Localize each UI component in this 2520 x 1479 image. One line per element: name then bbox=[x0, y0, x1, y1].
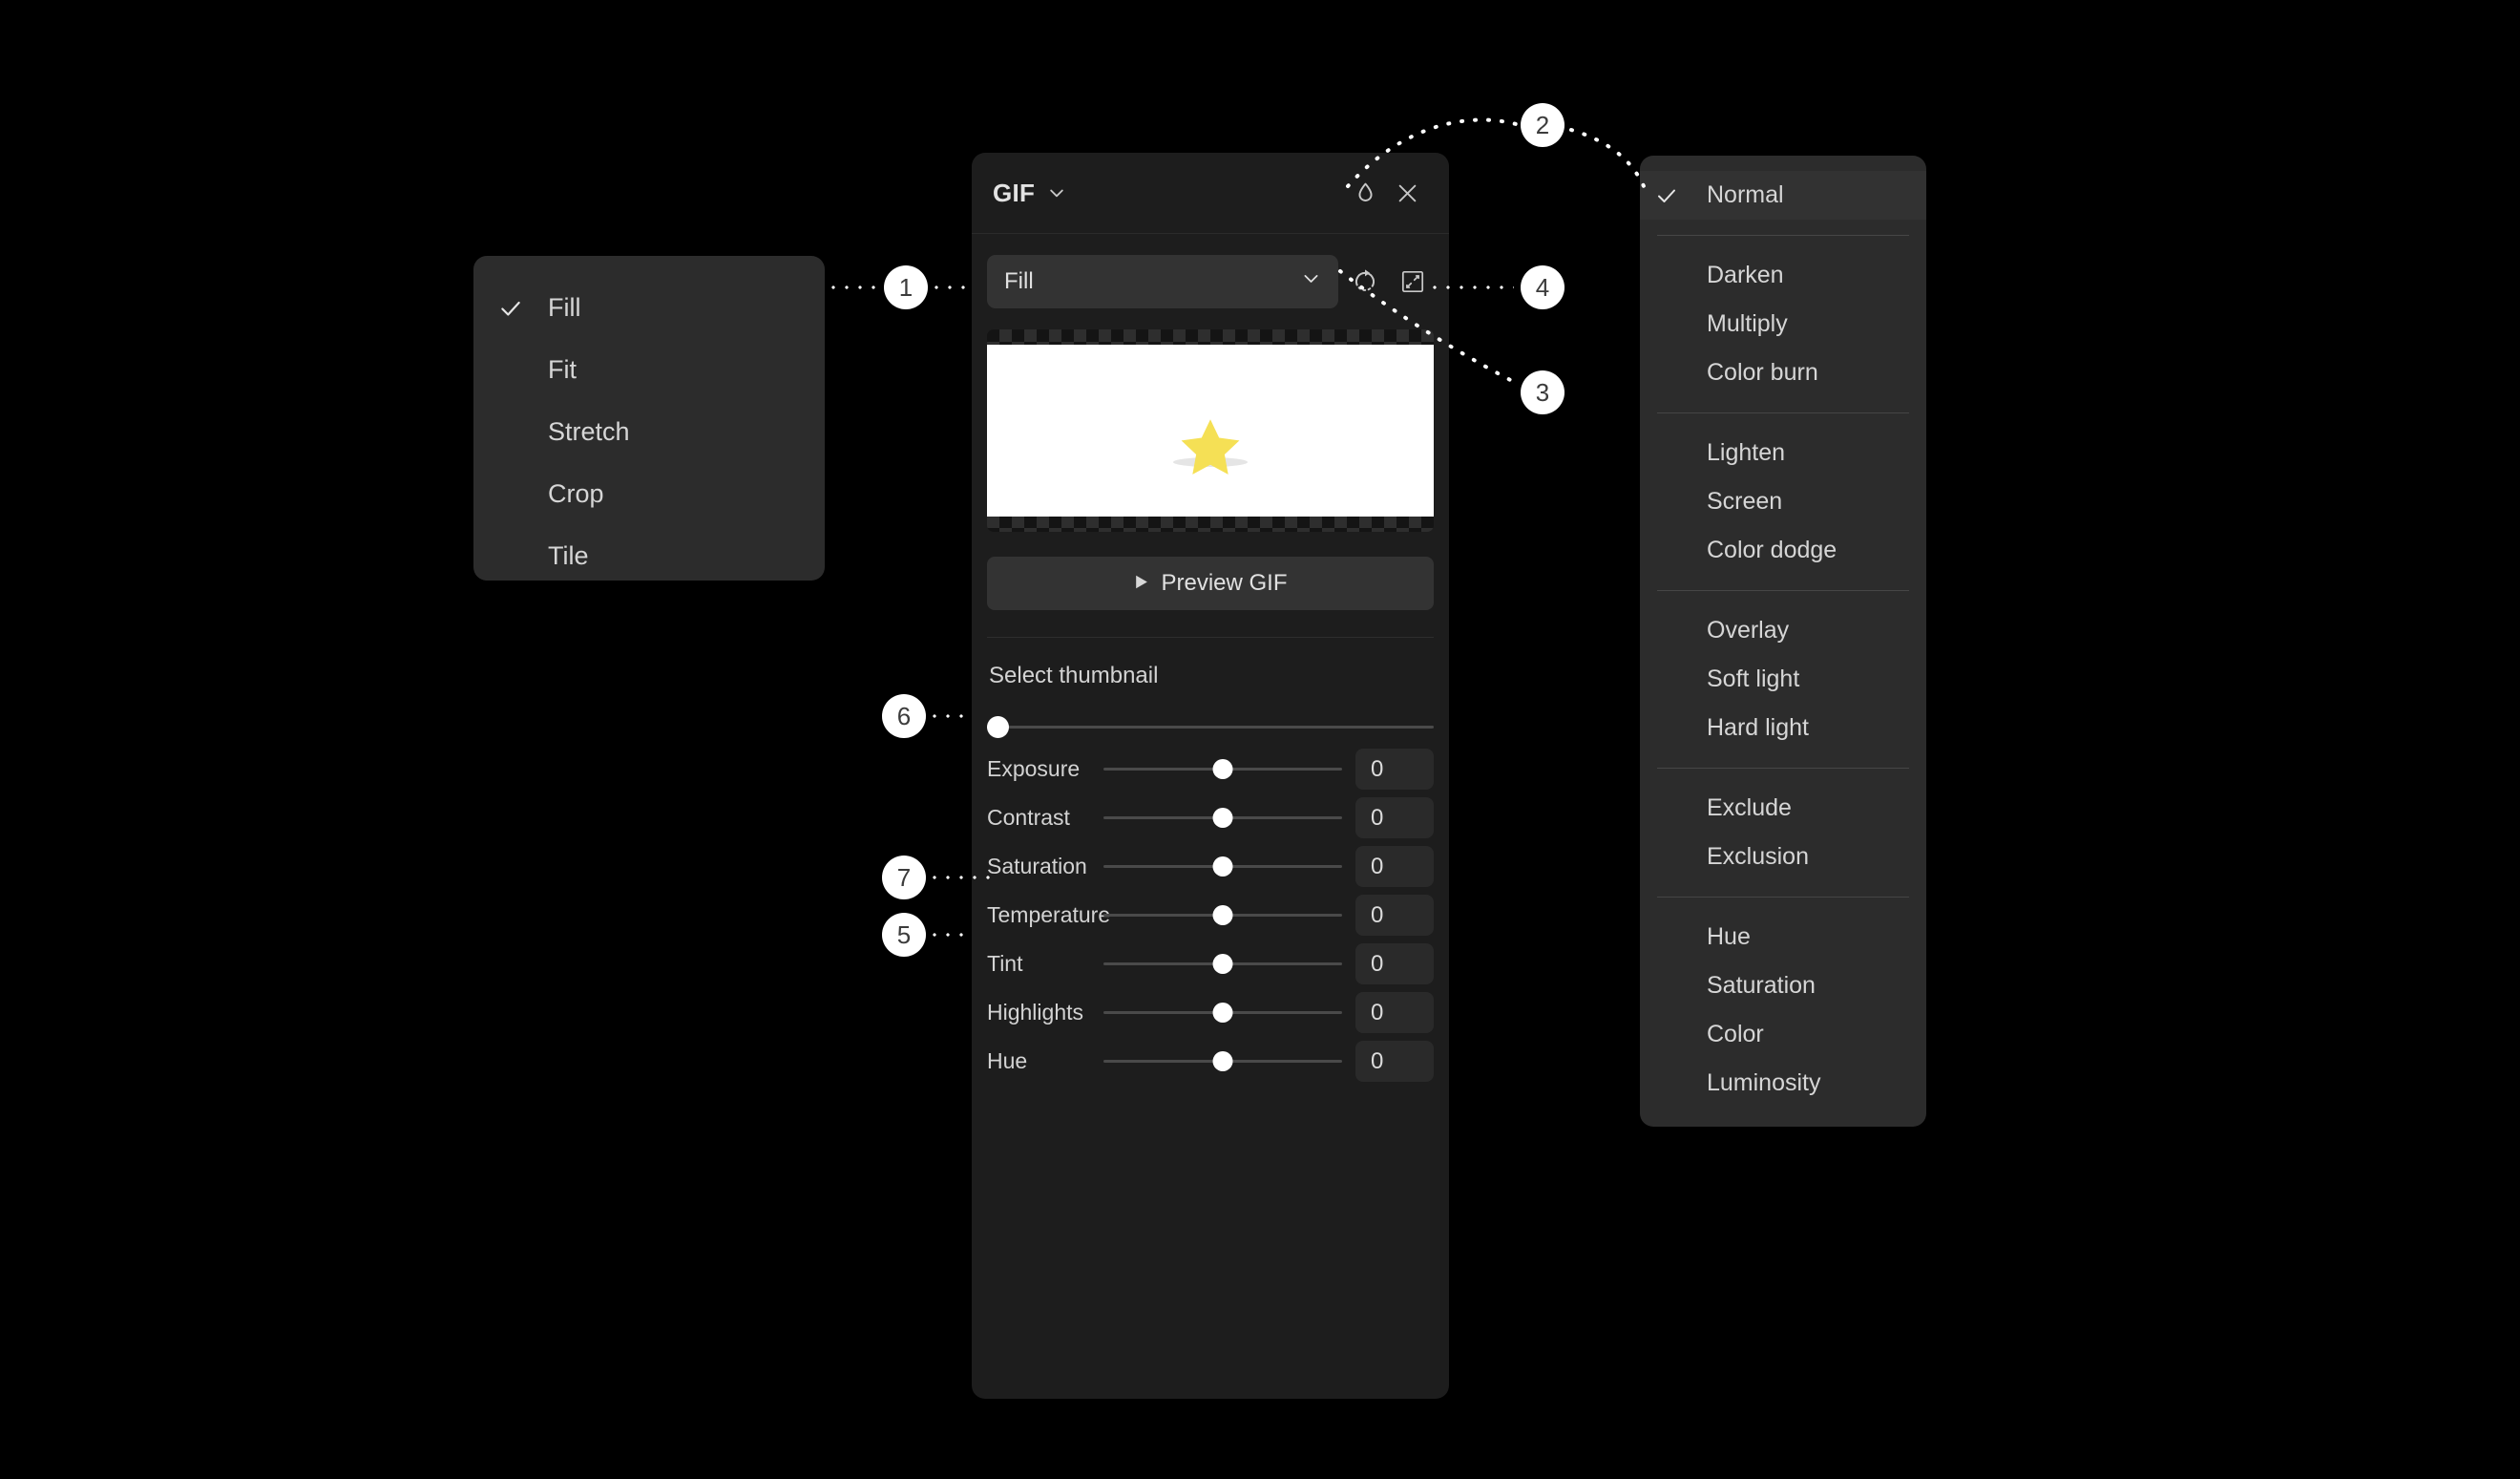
callout-4: 4 bbox=[1521, 265, 1564, 309]
callout-1: 1 bbox=[884, 265, 928, 309]
callout-3: 3 bbox=[1521, 370, 1564, 414]
callout-2: 2 bbox=[1521, 103, 1564, 147]
leader-line-5 bbox=[928, 933, 972, 937]
leader-line-6 bbox=[928, 714, 972, 718]
callout-6: 6 bbox=[882, 694, 926, 738]
leader-line-4 bbox=[1428, 285, 1514, 289]
leader-line-2 bbox=[1338, 117, 1649, 386]
leader-line-7 bbox=[928, 876, 998, 879]
callout-5: 5 bbox=[882, 913, 926, 957]
screenshot-root: Fill Fit Stretch Crop Tile Normal Darken Multi… bbox=[0, 0, 2520, 1479]
callout-7: 7 bbox=[882, 856, 926, 899]
